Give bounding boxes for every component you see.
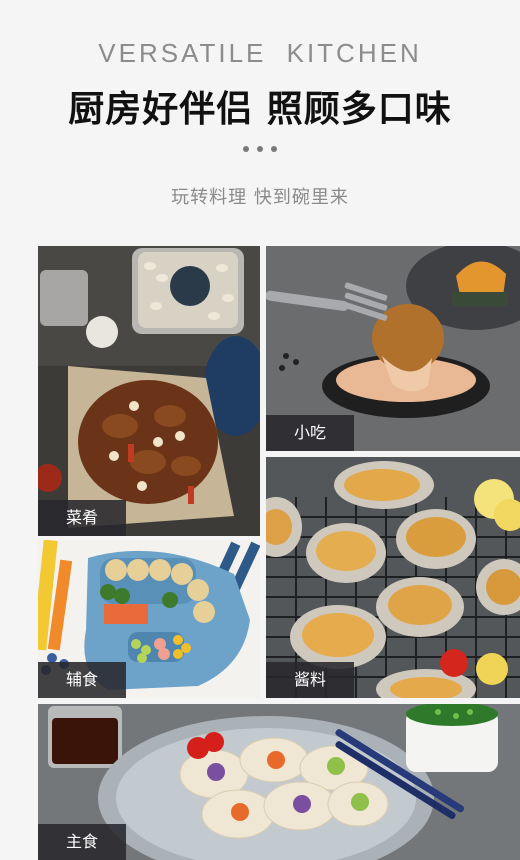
tile-label-sauce: 酱料 [266,662,355,698]
tile-label-baby-food: 辅食 [38,662,127,698]
category-tile-snacks[interactable]: 小吃 [266,246,520,451]
dot [257,146,263,152]
header: VERSATILE KITCHEN 厨房好伴侣 照顾多口味 玩转料理 快到碗里来 [0,0,520,246]
divider-dots [0,146,520,152]
dot [243,146,249,152]
category-tile-staple[interactable]: 主食 [38,704,520,860]
page-subtitle: 玩转料理 快到碗里来 [171,187,349,208]
dishes-photo [38,246,260,536]
dot [271,146,277,152]
category-tile-sauce[interactable]: 酱料 [266,457,520,698]
eyebrow-text: VERSATILE KITCHEN [98,38,422,68]
page-title: 厨房好伴侣 照顾多口味 [68,89,452,130]
tile-label-dishes: 菜肴 [38,500,127,536]
category-tile-dishes[interactable]: 菜肴 [38,246,260,536]
tile-label-snacks: 小吃 [266,415,355,451]
tile-label-staple: 主食 [38,824,127,860]
category-tile-baby-food[interactable]: 辅食 [38,540,260,698]
